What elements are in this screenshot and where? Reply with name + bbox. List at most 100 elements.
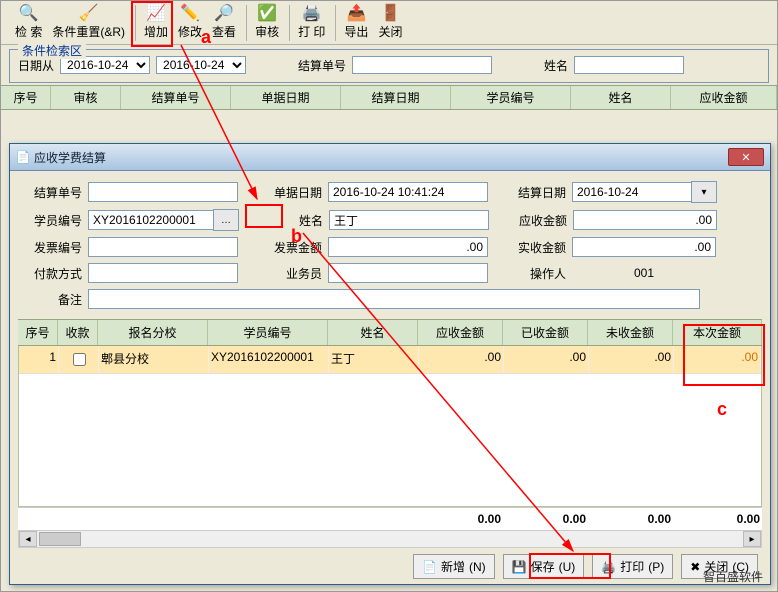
new-button[interactable]: 📄新增(N): [413, 554, 495, 579]
sum-current: 0.00: [673, 512, 762, 526]
lbl-invoiceno: 发票编号: [22, 239, 88, 256]
dialog-grid-summary: 0.00 0.00 0.00 0.00: [18, 507, 762, 530]
print-icon: 🖨️: [302, 3, 322, 23]
export-label: 导出: [344, 25, 368, 39]
view-icon: 🔎: [214, 3, 234, 23]
edit-button[interactable]: ✏️修改: [174, 3, 206, 39]
cell-name: 王丁: [329, 346, 419, 373]
export-button[interactable]: 📤 导出: [340, 3, 372, 39]
sum-recvd: 0.00: [503, 512, 588, 526]
dcol-chk: 收款: [58, 320, 98, 345]
val-settledate[interactable]: 2016-10-24: [572, 182, 692, 202]
brand-label: 智百盛软件: [703, 568, 763, 585]
sum-recv: 0.00: [418, 512, 503, 526]
dlg-print-button[interactable]: 🖨️ 打印 (P): [592, 554, 673, 579]
dcol-recvd: 已收金额: [503, 320, 588, 345]
lbl-billdate: 单据日期: [262, 184, 328, 201]
toolbar-sep: [335, 5, 336, 41]
val-received[interactable]: .00: [572, 237, 716, 257]
exit-label: 关闭: [378, 25, 402, 39]
lbl-studentno: 学员编号: [22, 212, 88, 229]
scroll-thumb[interactable]: [39, 532, 81, 546]
student-lookup-button[interactable]: …: [213, 209, 239, 231]
main-toolbar: 🔍 检 索 🧹 条件重置(&R) 📈增加 ✏️修改 🔎 查看 ✅审核 🖨️ 打 印 📤 导…: [1, 1, 777, 45]
row-checkbox[interactable]: [73, 353, 86, 366]
save-button[interactable]: 💾保存(U): [503, 554, 585, 579]
dcol-recv: 应收金额: [418, 320, 503, 345]
val-paymethod[interactable]: [88, 263, 238, 283]
audit-icon: ✅: [257, 3, 277, 23]
scroll-left-icon[interactable]: ◂: [19, 531, 37, 547]
cell-recvd: .00: [504, 346, 589, 373]
val-billno[interactable]: [88, 182, 238, 202]
dialog-grid-row[interactable]: 1 郫县分校 XY2016102200001 王丁 .00 .00 .00 .0…: [19, 346, 761, 374]
dialog-title: 应收学费结算: [34, 149, 728, 166]
reset-label: 条件重置(&R): [52, 25, 125, 39]
date-from-label: 日期从: [18, 57, 54, 74]
reset-icon: 🧹: [79, 3, 99, 23]
dialog-icon: 📄: [16, 150, 30, 164]
lbl-settledate: 结算日期: [506, 184, 572, 201]
dlg-print-label: 打印: [620, 558, 644, 575]
toolbar-sep: [246, 5, 247, 41]
add-icon: 📈: [146, 3, 166, 23]
dcol-student: 学员编号: [208, 320, 328, 345]
export-icon: 📤: [346, 3, 366, 23]
print-icon: 🖨️: [601, 560, 616, 574]
val-studentno[interactable]: XY2016102200001: [88, 210, 214, 230]
cell-chk[interactable]: [59, 346, 99, 373]
search-icon: 🔍: [19, 3, 39, 23]
reset-button[interactable]: 🧹 条件重置(&R): [48, 3, 129, 39]
lbl-billno: 结算单号: [22, 184, 88, 201]
edit-label: 修改: [178, 25, 202, 39]
sum-unrecv: 0.00: [588, 512, 673, 526]
val-invoiceamt[interactable]: .00: [328, 237, 488, 257]
val-operator: 001: [572, 266, 716, 280]
save-icon: 💾: [512, 560, 527, 574]
col-billdate: 单据日期: [231, 86, 341, 109]
dialog-grid-body: 1 郫县分校 XY2016102200001 王丁 .00 .00 .00 .0…: [18, 346, 762, 507]
new-icon: 📄: [422, 560, 437, 574]
view-label: 查看: [212, 25, 236, 39]
dialog-form: 结算单号 单据日期 2016-10-24 10:41:24 结算日期 2016-…: [10, 171, 770, 319]
bill-no-input[interactable]: [352, 56, 492, 74]
audit-button[interactable]: ✅审核: [251, 3, 283, 39]
col-billno: 结算单号: [121, 86, 231, 109]
search-button[interactable]: 🔍 检 索: [11, 3, 46, 39]
scroll-right-icon[interactable]: ▸: [743, 531, 761, 547]
col-receivable: 应收金额: [671, 86, 777, 109]
cell-branch: 郫县分校: [99, 346, 209, 373]
date-to-select[interactable]: 2016-10-24: [156, 56, 246, 74]
main-grid-header: 序号 审核 结算单号 单据日期 结算日期 学员编号 姓名 应收金额: [1, 85, 777, 110]
add-button[interactable]: 📈增加: [140, 3, 172, 39]
dialog-close-button[interactable]: ✕: [728, 148, 764, 166]
search-label: 检 索: [15, 25, 42, 39]
dcol-seq: 序号: [18, 320, 58, 345]
dialog-grid-header: 序号 收款 报名分校 学员编号 姓名 应收金额 已收金额 未收金额 本次金额: [18, 319, 762, 346]
new-key: (N): [469, 560, 486, 574]
print-label: 打 印: [298, 25, 325, 39]
view-button[interactable]: 🔎 查看: [208, 3, 240, 39]
lbl-clerk: 业务员: [262, 265, 328, 282]
val-name[interactable]: 王丁: [329, 210, 489, 230]
criteria-legend: 条件检索区: [18, 42, 86, 59]
toolbar-sep: [289, 5, 290, 41]
settledate-dropdown[interactable]: ▾: [691, 181, 717, 203]
val-billdate[interactable]: 2016-10-24 10:41:24: [328, 182, 488, 202]
exit-button[interactable]: 🚪关闭: [374, 3, 406, 39]
close-icon: ✖: [690, 560, 700, 574]
lbl-name: 姓名: [263, 212, 329, 229]
name-input[interactable]: [574, 56, 684, 74]
cell-current[interactable]: .00: [674, 346, 761, 373]
close-icon: ✕: [741, 151, 750, 164]
settlement-dialog: 📄 应收学费结算 ✕ 结算单号 单据日期 2016-10-24 10:41:24…: [9, 143, 771, 585]
val-receivable[interactable]: .00: [573, 210, 717, 230]
val-invoiceno[interactable]: [88, 237, 238, 257]
val-remark[interactable]: [88, 289, 700, 309]
print-key: (P): [648, 560, 664, 574]
val-clerk[interactable]: [328, 263, 488, 283]
print-button[interactable]: 🖨️ 打 印: [294, 3, 329, 39]
criteria-panel: 条件检索区 日期从 2016-10-24 2016-10-24 结算单号 姓名: [9, 49, 769, 83]
dialog-hscrollbar[interactable]: ◂ ▸: [18, 530, 762, 548]
cell-student: XY2016102200001: [209, 346, 329, 373]
